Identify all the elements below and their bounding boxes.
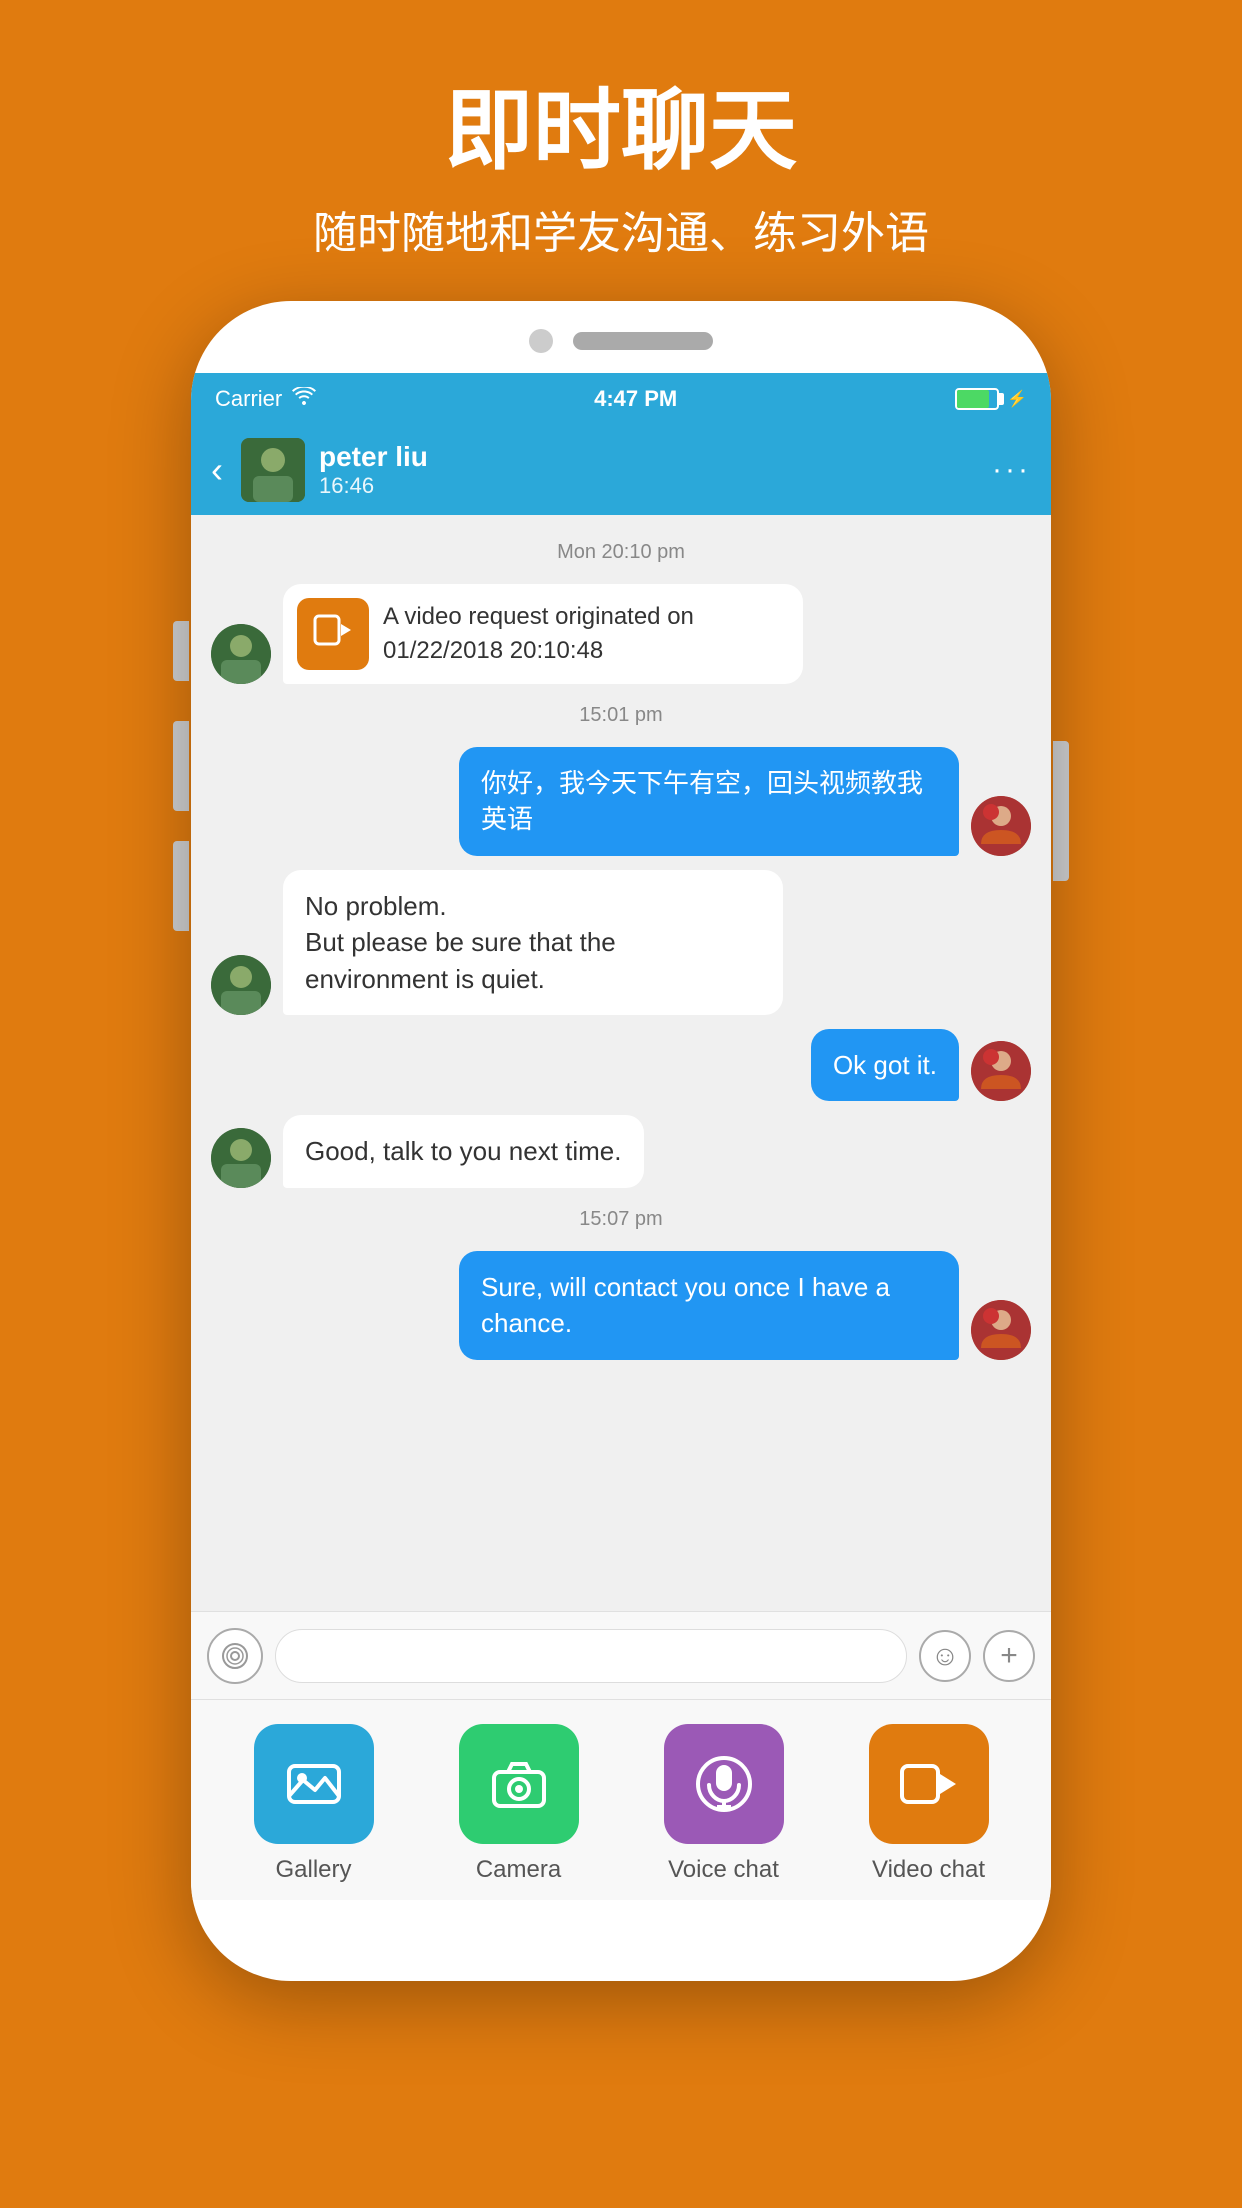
- message-row: A video request originated on 01/22/2018…: [211, 584, 1031, 684]
- page-header: 即时聊天 随时随地和学友沟通、练习外语: [0, 0, 1242, 301]
- speaker-grille: [573, 332, 713, 350]
- plus-icon: +: [1000, 1639, 1018, 1673]
- charging-icon: ⚡: [1007, 389, 1027, 409]
- chat-area: Mon 20:10 pm: [191, 515, 1051, 1611]
- avatar: [971, 1300, 1031, 1360]
- avatar: [211, 955, 271, 1015]
- avatar: [211, 1128, 271, 1188]
- back-button[interactable]: ‹: [211, 449, 223, 491]
- message-bubble: Sure, will contact you once I have a cha…: [459, 1251, 959, 1360]
- contact-last-time: 16:46: [319, 473, 374, 498]
- message-bubble: No problem. But please be sure that the …: [283, 870, 783, 1015]
- contact-name: peter liu: [319, 441, 992, 473]
- mute-button: [173, 841, 189, 931]
- gallery-tool[interactable]: Gallery: [254, 1724, 374, 1884]
- voice-input-button[interactable]: [207, 1628, 263, 1684]
- message-row: No problem. But please be sure that the …: [211, 870, 1031, 1015]
- video-play-icon: [313, 610, 353, 658]
- contact-avatar: [241, 438, 305, 502]
- message-bubble: 你好，我今天下午有空，回头视频教我英语: [459, 747, 959, 856]
- camera-tool[interactable]: Camera: [459, 1724, 579, 1884]
- gallery-label: Gallery: [275, 1856, 351, 1884]
- voice-chat-tool[interactable]: Voice chat: [664, 1724, 784, 1884]
- volume-up-button: [173, 621, 189, 681]
- video-request-icon-box: [297, 598, 369, 670]
- voice-chat-icon-box: [664, 1724, 784, 1844]
- volume-down-button: [173, 721, 189, 811]
- front-camera: [529, 329, 553, 353]
- avatar: [971, 796, 1031, 856]
- video-chat-tool[interactable]: Video chat: [869, 1724, 989, 1884]
- message-row: Ok got it.: [211, 1029, 1031, 1101]
- input-area: ☺ +: [191, 1611, 1051, 1699]
- media-toolbar: Gallery Camera: [191, 1699, 1051, 1900]
- page-title: 即时聊天: [0, 60, 1242, 187]
- message-input[interactable]: [275, 1629, 907, 1683]
- phone-top-sensors: [191, 301, 1051, 373]
- more-options-button[interactable]: ···: [992, 453, 1031, 487]
- emoji-button[interactable]: ☺: [919, 1630, 971, 1682]
- avatar: [211, 624, 271, 684]
- video-request-bubble: A video request originated on 01/22/2018…: [283, 584, 803, 684]
- video-request-text: A video request originated on 01/22/2018…: [383, 600, 789, 667]
- emoji-icon: ☺: [931, 1640, 960, 1672]
- camera-label: Camera: [476, 1856, 561, 1884]
- camera-icon-box: [459, 1724, 579, 1844]
- timestamp-3: 15:07 pm: [211, 1208, 1031, 1231]
- status-time: 4:47 PM: [594, 386, 677, 412]
- power-button: [1053, 741, 1069, 881]
- message-row: Sure, will contact you once I have a cha…: [211, 1251, 1031, 1360]
- message-row: Good, talk to you next time.: [211, 1115, 1031, 1187]
- timestamp-1: Mon 20:10 pm: [211, 541, 1031, 564]
- page-subtitle: 随时随地和学友沟通、练习外语: [0, 197, 1242, 261]
- message-bubble: Ok got it.: [811, 1029, 959, 1101]
- battery-indicator: [955, 388, 999, 410]
- contact-info: peter liu 16:46: [319, 441, 992, 499]
- video-chat-label: Video chat: [872, 1856, 985, 1884]
- add-button[interactable]: +: [983, 1630, 1035, 1682]
- status-bar: Carrier 4:47 PM: [191, 373, 1051, 425]
- timestamp-2: 15:01 pm: [211, 704, 1031, 727]
- wifi-icon: [292, 387, 316, 411]
- message-bubble: Good, talk to you next time.: [283, 1115, 644, 1187]
- video-chat-icon-box: [869, 1724, 989, 1844]
- avatar: [971, 1041, 1031, 1101]
- phone-shell: Carrier 4:47 PM: [191, 301, 1051, 1981]
- message-row: 你好，我今天下午有空，回头视频教我英语: [211, 747, 1031, 856]
- voice-chat-label: Voice chat: [668, 1856, 779, 1884]
- carrier-label: Carrier: [215, 386, 282, 412]
- gallery-icon-box: [254, 1724, 374, 1844]
- nav-bar: ‹ peter liu 16:46 ···: [191, 425, 1051, 515]
